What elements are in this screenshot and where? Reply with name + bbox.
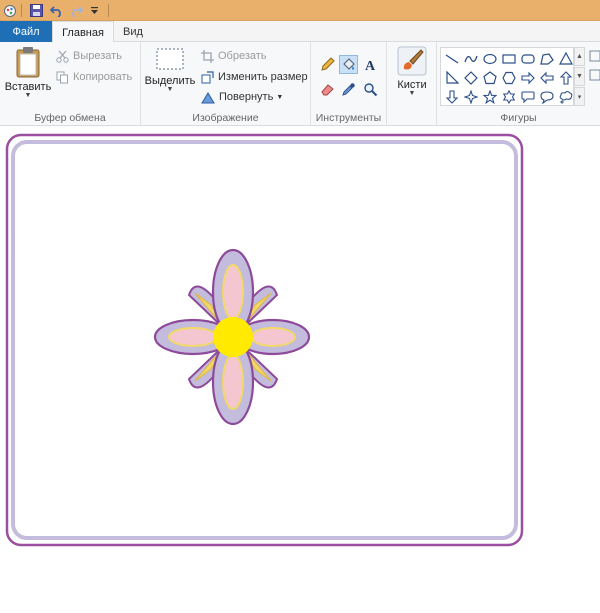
- five-point-star-shape-icon[interactable]: [481, 88, 498, 105]
- selection-rectangle-icon: [156, 48, 184, 70]
- chevron-down-icon: ▼: [166, 86, 174, 93]
- six-point-star-shape-icon[interactable]: [500, 88, 517, 105]
- color-picker-icon[interactable]: [339, 80, 358, 99]
- paint-app-icon[interactable]: [2, 3, 17, 18]
- customize-qat-icon[interactable]: [87, 3, 102, 18]
- qat-separator: [21, 4, 22, 17]
- shapes-scroll-down[interactable]: ▼: [574, 67, 585, 86]
- hexagon-shape-icon[interactable]: [500, 69, 517, 86]
- rounded-rectangle-shape-icon[interactable]: [519, 50, 536, 67]
- clipboard-group: Вставить ▼ Вырезать Копировать Буфер обм…: [0, 42, 141, 126]
- arrow-up-shape-icon[interactable]: [557, 69, 574, 86]
- rotate-icon: [201, 91, 215, 103]
- ribbon: Вставить ▼ Вырезать Копировать Буфер обм…: [0, 42, 600, 126]
- image-group-label: Изображение: [192, 112, 259, 124]
- drawing-canvas[interactable]: [0, 132, 530, 552]
- tab-file[interactable]: Файл: [0, 21, 52, 42]
- shapes-gallery: [440, 47, 574, 106]
- copy-button[interactable]: Копировать: [56, 68, 132, 86]
- cut-button[interactable]: Вырезать: [56, 47, 122, 65]
- qat-separator: [108, 4, 109, 17]
- resize-button[interactable]: Изменить размер: [201, 68, 308, 86]
- image-group: Выделить ▼ Обрезать Изменить размер Пове…: [141, 42, 311, 126]
- crop-button[interactable]: Обрезать: [201, 47, 267, 65]
- flower-drawing: [153, 248, 311, 426]
- save-icon[interactable]: [29, 3, 44, 18]
- shapes-group-label: Фигуры: [500, 112, 537, 124]
- magnifier-icon[interactable]: [361, 80, 380, 99]
- chevron-down-icon: ▼: [408, 90, 416, 97]
- brushes-group: Кисти ▼: [387, 42, 437, 126]
- ribbon-tab-row: Файл Главная Вид: [0, 21, 600, 43]
- shape-outline-fill-partial[interactable]: [588, 48, 600, 108]
- cut-label: Вырезать: [73, 50, 122, 62]
- tab-view[interactable]: Вид: [114, 21, 152, 42]
- clipboard-group-label: Буфер обмена: [34, 112, 106, 124]
- four-point-star-shape-icon[interactable]: [462, 88, 479, 105]
- copy-label: Копировать: [73, 71, 133, 83]
- shapes-gallery-expand[interactable]: ▾: [574, 87, 585, 106]
- chevron-down-icon: ▼: [24, 92, 32, 99]
- arrow-right-shape-icon[interactable]: [519, 69, 536, 86]
- crop-label: Обрезать: [218, 50, 267, 62]
- tools-group-label: Инструменты: [315, 112, 382, 124]
- diamond-shape-icon[interactable]: [462, 69, 479, 86]
- oval-shape-icon[interactable]: [481, 50, 498, 67]
- arrow-left-shape-icon[interactable]: [538, 69, 555, 86]
- right-triangle-shape-icon[interactable]: [443, 69, 460, 86]
- rotate-button[interactable]: Повернуть ▼: [201, 88, 283, 106]
- tools-group: A Инструменты: [311, 42, 387, 126]
- resize-label: Изменить размер: [218, 71, 308, 83]
- line-shape-icon[interactable]: [443, 50, 460, 67]
- shapes-scroll-up[interactable]: ▲: [574, 47, 585, 66]
- clipboard-icon: [16, 47, 40, 78]
- chevron-down-icon: ▼: [276, 93, 284, 101]
- brushes-button[interactable]: Кисти ▼: [392, 46, 432, 97]
- arrow-down-shape-icon[interactable]: [443, 88, 460, 105]
- svg-text:A: A: [365, 59, 376, 72]
- text-tool-icon[interactable]: A: [361, 55, 380, 74]
- triangle-shape-icon[interactable]: [557, 50, 574, 67]
- eraser-icon[interactable]: [318, 80, 337, 99]
- polygon-shape-icon[interactable]: [538, 50, 555, 67]
- rectangle-shape-icon[interactable]: [500, 50, 517, 67]
- rotate-label: Повернуть: [219, 91, 274, 103]
- fill-bucket-icon[interactable]: [339, 55, 358, 74]
- undo-icon[interactable]: [49, 3, 64, 18]
- redo-icon[interactable]: [68, 3, 83, 18]
- crop-icon: [201, 49, 214, 63]
- resize-icon: [201, 70, 214, 83]
- paste-button[interactable]: Вставить ▼: [5, 46, 51, 99]
- cloud-callout-shape-icon[interactable]: [557, 88, 574, 105]
- pentagon-shape-icon[interactable]: [481, 69, 498, 86]
- drawing: [5, 133, 524, 547]
- brush-icon: [397, 46, 427, 76]
- oval-callout-shape-icon[interactable]: [538, 88, 555, 105]
- curve-shape-icon[interactable]: [462, 50, 479, 67]
- title-bar: [0, 0, 600, 21]
- rounded-callout-shape-icon[interactable]: [519, 88, 536, 105]
- pencil-icon[interactable]: [318, 55, 337, 74]
- scissors-icon: [56, 50, 69, 63]
- tab-home[interactable]: Главная: [52, 21, 114, 43]
- canvas-workspace: [0, 127, 600, 613]
- copy-icon: [56, 71, 68, 83]
- select-button[interactable]: Выделить ▼: [145, 46, 195, 93]
